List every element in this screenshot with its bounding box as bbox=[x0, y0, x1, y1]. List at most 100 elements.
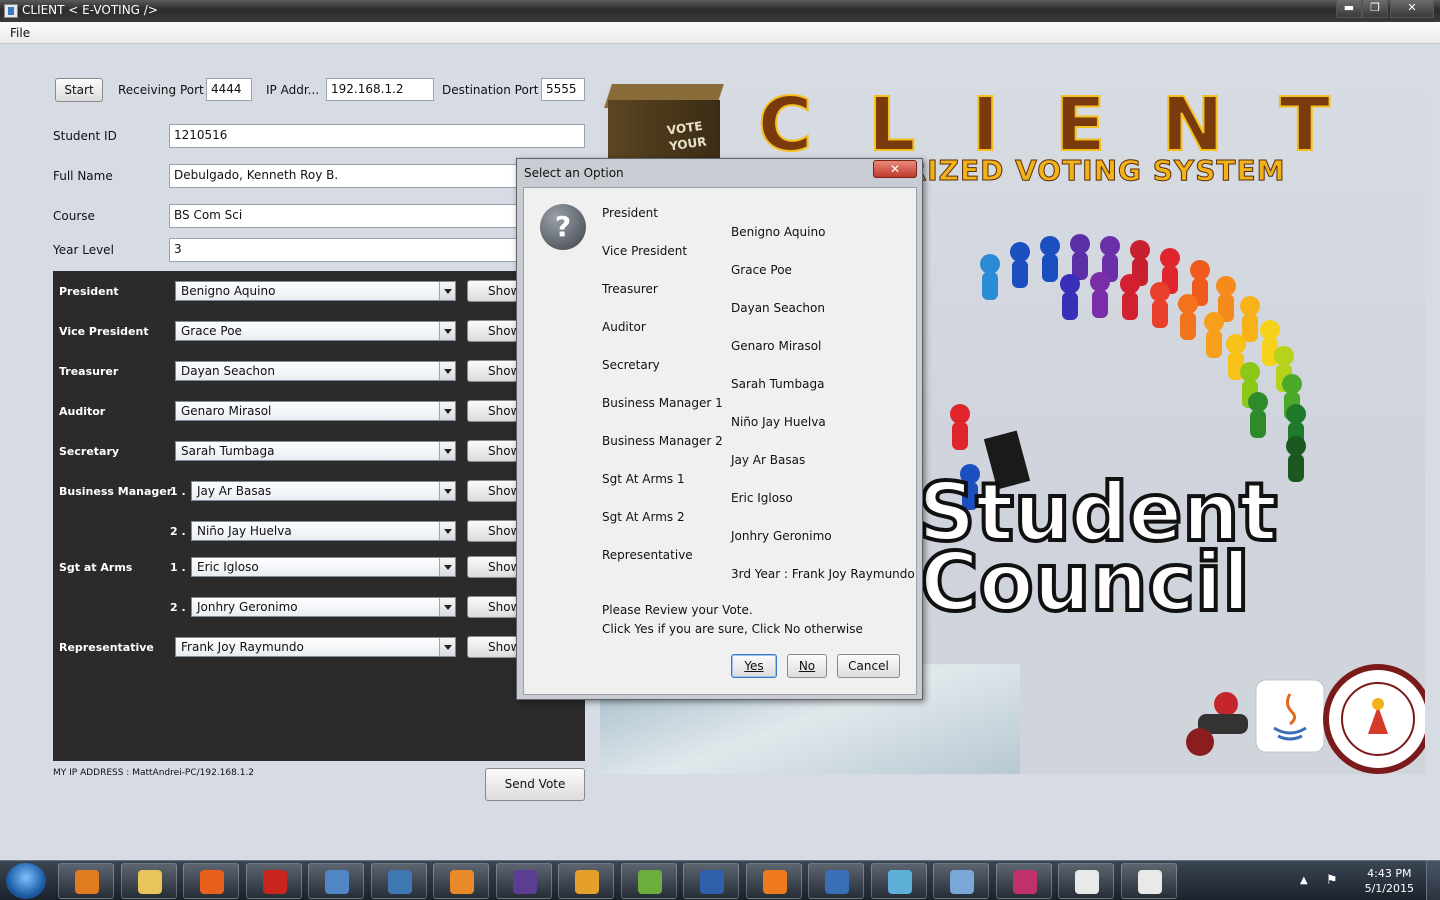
review-candidate: Jonhry Geronimo bbox=[731, 529, 832, 543]
ballot-panel: President Benigno Aquino Show Vice Presi… bbox=[53, 271, 585, 761]
window-title: CLIENT < E-VOTING /> bbox=[22, 3, 158, 17]
position-label-business-manager: Business Manager bbox=[59, 485, 173, 498]
chevron-down-icon bbox=[439, 362, 455, 380]
review-candidate: Dayan Seachon bbox=[731, 301, 825, 315]
maximize-button[interactable]: ❐ bbox=[1362, 0, 1388, 18]
business-manager-2-number: 2 . bbox=[170, 525, 186, 538]
review-message-line-1: Please Review your Vote. bbox=[602, 603, 753, 617]
clock-date: 5/1/2015 bbox=[1364, 882, 1414, 895]
start-button[interactable]: Start bbox=[55, 78, 103, 102]
review-position: Sgt At Arms 2 bbox=[602, 510, 685, 524]
menu-file[interactable]: File bbox=[10, 26, 30, 40]
taskbar-item[interactable] bbox=[933, 863, 989, 899]
review-candidate: Jay Ar Basas bbox=[731, 453, 806, 467]
system-tray: ▲ ⚑ 4:43 PM 5/1/2015 bbox=[1300, 861, 1440, 900]
firefox-icon bbox=[200, 870, 224, 894]
taskbar-item[interactable] bbox=[808, 863, 864, 899]
show-desktop-button[interactable] bbox=[1426, 861, 1440, 900]
chevron-down-icon bbox=[439, 522, 455, 540]
taskbar-item[interactable] bbox=[495, 863, 552, 899]
vice-president-select[interactable]: Grace Poe bbox=[175, 321, 456, 341]
representative-select[interactable]: Frank Joy Raymundo bbox=[175, 637, 456, 657]
secretary-select[interactable]: Sarah Tumbaga bbox=[175, 441, 456, 461]
treasurer-select[interactable]: Dayan Seachon bbox=[175, 361, 456, 381]
guitar-mascot-icon bbox=[1186, 692, 1248, 756]
taskbar-item[interactable] bbox=[308, 863, 364, 899]
chevron-down-icon bbox=[439, 482, 455, 500]
send-vote-button[interactable]: Send Vote bbox=[485, 768, 585, 801]
taskbar-item[interactable] bbox=[58, 863, 114, 899]
taskbar-item[interactable] bbox=[995, 863, 1052, 899]
taskbar-item[interactable] bbox=[620, 863, 677, 899]
sgt-at-arms-1-select-value: Eric Igloso bbox=[197, 560, 259, 574]
auditor-select[interactable]: Genaro Mirasol bbox=[175, 401, 456, 421]
review-position: Vice President bbox=[602, 244, 688, 258]
taskbar-item[interactable] bbox=[370, 863, 427, 899]
paint-icon bbox=[950, 870, 974, 894]
taskbar-item[interactable] bbox=[683, 863, 739, 899]
taskbar-item[interactable] bbox=[558, 863, 614, 899]
sgt-at-arms-1-number: 1 . bbox=[170, 561, 186, 574]
dialog-close-button[interactable]: ✕ bbox=[873, 160, 917, 178]
file-explorer-icon bbox=[137, 870, 162, 894]
taskbar-item[interactable] bbox=[870, 863, 927, 899]
close-button[interactable]: ✕ bbox=[1390, 0, 1434, 18]
position-label-treasurer: Treasurer bbox=[59, 365, 119, 378]
dialog-body: ? President Vice President Treasurer Aud… bbox=[523, 187, 917, 695]
taskbar-item[interactable] bbox=[183, 863, 239, 899]
review-candidate: Sarah Tumbaga bbox=[731, 377, 825, 391]
devcpp-icon bbox=[700, 870, 724, 894]
no-button-label: No bbox=[798, 659, 816, 673]
year-level-label: Year Level bbox=[53, 243, 114, 257]
taskbar-item[interactable] bbox=[1058, 863, 1114, 899]
auditor-select-value: Genaro Mirasol bbox=[181, 404, 272, 418]
clock[interactable]: 4:43 PM 5/1/2015 bbox=[1365, 866, 1414, 896]
yes-button[interactable]: Yes bbox=[731, 654, 777, 678]
java-app-icon-2 bbox=[1137, 870, 1162, 894]
business-manager-1-select-value: Jay Ar Basas bbox=[197, 484, 272, 498]
menubar: File bbox=[0, 22, 1440, 44]
sgt-at-arms-2-select[interactable]: Jonhry Geronimo bbox=[191, 597, 456, 617]
sgt-at-arms-1-select[interactable]: Eric Igloso bbox=[191, 557, 456, 577]
position-label-president: President bbox=[59, 285, 119, 298]
taskbar-item[interactable] bbox=[1120, 863, 1177, 899]
review-candidate: Eric Igloso bbox=[731, 491, 793, 505]
chevron-down-icon bbox=[439, 322, 455, 340]
java-app-icon-1 bbox=[1075, 870, 1099, 894]
ip-address-input[interactable]: 192.168.1.2 bbox=[326, 78, 434, 101]
taskbar-item[interactable] bbox=[120, 863, 177, 899]
no-button[interactable]: No bbox=[787, 654, 827, 678]
review-candidate: Grace Poe bbox=[731, 263, 792, 277]
tray-expand-icon[interactable]: ▲ bbox=[1300, 875, 1308, 886]
destination-port-input[interactable]: 5555 bbox=[541, 78, 585, 101]
cancel-button[interactable]: Cancel bbox=[837, 654, 900, 678]
review-candidate: Genaro Mirasol bbox=[731, 339, 822, 353]
matlab-icon bbox=[450, 870, 474, 894]
taskbar: ▲ ⚑ 4:43 PM 5/1/2015 bbox=[0, 860, 1440, 900]
window-titlebar: CLIENT < E-VOTING /> ▬ ❐ ✕ bbox=[0, 0, 1440, 22]
3d-box-icon bbox=[325, 870, 349, 894]
receiving-port-input[interactable]: 4444 bbox=[206, 78, 252, 101]
taskbar-item[interactable] bbox=[245, 863, 302, 899]
windows-start-icon[interactable] bbox=[6, 863, 46, 899]
review-position: Representative bbox=[602, 548, 693, 562]
business-manager-1-select[interactable]: Jay Ar Basas bbox=[191, 481, 456, 501]
receiving-port-label: Receiving Port bbox=[118, 83, 204, 97]
student-id-input[interactable]: 1210516 bbox=[169, 124, 585, 148]
clock-time: 4:43 PM bbox=[1367, 867, 1412, 880]
business-manager-2-select[interactable]: Niño Jay Huelva bbox=[191, 521, 456, 541]
review-position: Business Manager 1 bbox=[602, 396, 723, 410]
president-select[interactable]: Benigno Aquino bbox=[175, 281, 456, 301]
sgt-at-arms-2-number: 2 . bbox=[170, 601, 186, 614]
xampp-icon bbox=[762, 870, 787, 894]
chevron-down-icon bbox=[439, 558, 455, 576]
chevron-down-icon bbox=[439, 282, 455, 300]
minimize-button[interactable]: ▬ bbox=[1336, 0, 1362, 18]
review-position: Treasurer bbox=[602, 282, 658, 296]
destination-port-label: Destination Port bbox=[442, 83, 539, 97]
sgt-at-arms-2-select-value: Jonhry Geronimo bbox=[197, 600, 298, 614]
action-center-flag-icon[interactable]: ⚑ bbox=[1326, 873, 1338, 888]
secretary-select-value: Sarah Tumbaga bbox=[181, 444, 275, 458]
taskbar-item[interactable] bbox=[745, 863, 802, 899]
taskbar-item[interactable] bbox=[433, 863, 489, 899]
